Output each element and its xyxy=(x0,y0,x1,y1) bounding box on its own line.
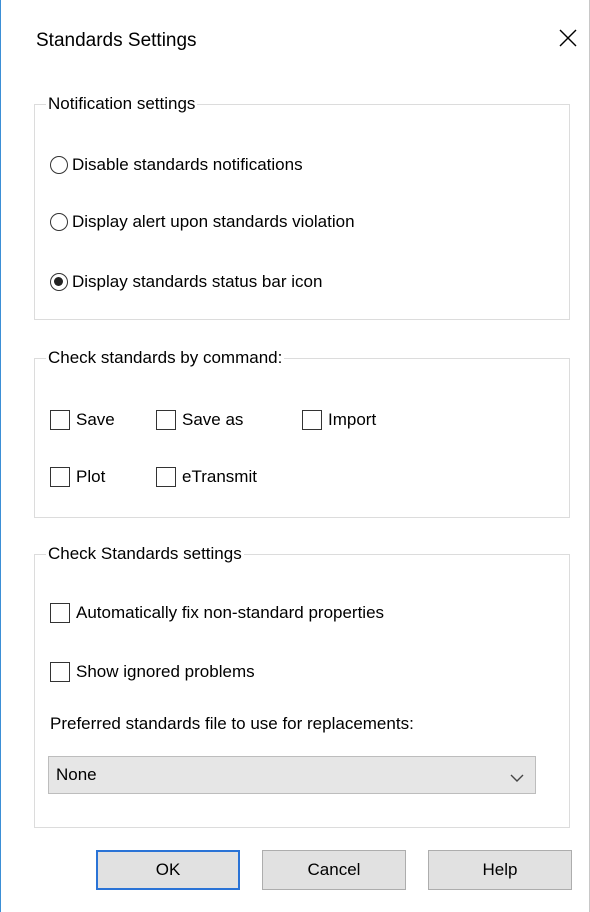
radio-button-selected[interactable] xyxy=(50,273,68,291)
checkbox-save-as[interactable]: Save as xyxy=(156,408,243,432)
chevron-down-icon xyxy=(509,769,525,789)
cancel-button[interactable]: Cancel xyxy=(262,850,406,890)
preferred-standards-dropdown[interactable]: None xyxy=(48,756,536,794)
checkbox-label: Save as xyxy=(182,410,244,429)
checkbox-save[interactable]: Save xyxy=(50,408,115,432)
checkbox[interactable] xyxy=(302,410,322,430)
checkbox-label: eTransmit xyxy=(182,467,257,486)
help-button[interactable]: Help xyxy=(428,850,572,890)
checkbox[interactable] xyxy=(156,410,176,430)
preferred-standards-label: Preferred standards file to use for repl… xyxy=(50,714,414,733)
radio-label: Display standards status bar icon xyxy=(72,272,323,291)
checkbox[interactable] xyxy=(50,467,70,487)
radio-button[interactable] xyxy=(50,156,68,174)
close-icon xyxy=(556,24,580,52)
window-border-left xyxy=(0,0,1,912)
notification-settings-legend: Notification settings xyxy=(46,94,198,114)
checkbox[interactable] xyxy=(156,467,176,487)
checkbox-label: Save xyxy=(76,410,115,429)
checkbox-plot[interactable]: Plot xyxy=(50,465,105,489)
close-button[interactable] xyxy=(556,24,580,52)
check-by-command-legend: Check standards by command: xyxy=(46,348,285,368)
radio-status-bar-icon[interactable]: Display standards status bar icon xyxy=(50,270,322,294)
checkbox-import[interactable]: Import xyxy=(302,408,376,432)
checkbox[interactable] xyxy=(50,603,70,623)
check-by-command-group xyxy=(34,358,570,518)
ok-button[interactable]: OK xyxy=(96,850,240,890)
dropdown-value: None xyxy=(56,765,97,784)
checkbox-etransmit[interactable]: eTransmit xyxy=(156,465,257,489)
checkbox-label: Import xyxy=(328,410,377,429)
check-standards-settings-legend: Check Standards settings xyxy=(46,544,244,564)
checkbox[interactable] xyxy=(50,410,70,430)
checkbox-label: Automatically fix non-standard propertie… xyxy=(76,603,385,622)
radio-disable-notifications[interactable]: Disable standards notifications xyxy=(50,153,303,177)
checkbox-label: Show ignored problems xyxy=(76,662,255,681)
checkbox-auto-fix[interactable]: Automatically fix non-standard propertie… xyxy=(50,601,384,625)
radio-label: Disable standards notifications xyxy=(72,155,303,174)
radio-display-alert[interactable]: Display alert upon standards violation xyxy=(50,210,355,234)
checkbox-label: Plot xyxy=(76,467,106,486)
radio-label: Display alert upon standards violation xyxy=(72,212,355,231)
checkbox-show-ignored[interactable]: Show ignored problems xyxy=(50,660,255,684)
dialog-title: Standards Settings xyxy=(36,30,197,51)
radio-button[interactable] xyxy=(50,213,68,231)
checkbox[interactable] xyxy=(50,662,70,682)
standards-settings-dialog: Standards Settings Notification settings… xyxy=(0,0,590,912)
